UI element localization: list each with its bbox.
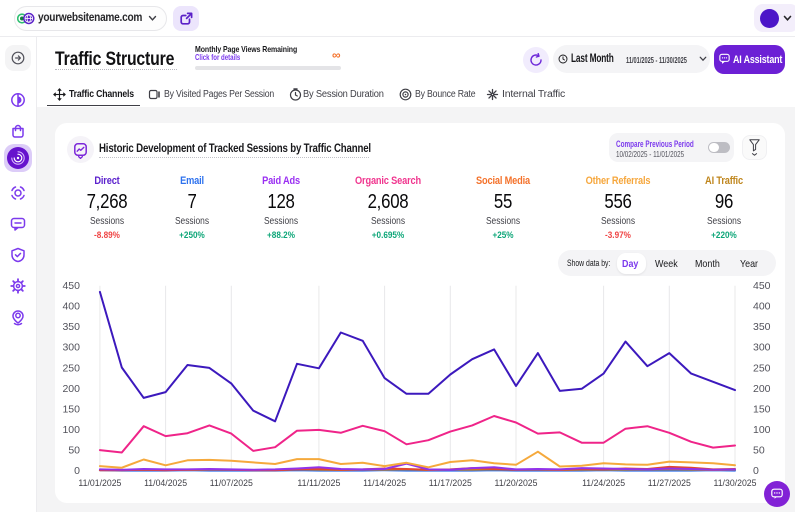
svg-text:300: 300 [753, 342, 771, 354]
svg-text:0: 0 [74, 465, 80, 477]
svg-text:150: 150 [753, 403, 771, 415]
svg-text:11/24/2025: 11/24/2025 [582, 478, 625, 489]
svg-text:100: 100 [753, 424, 771, 436]
svg-text:350: 350 [62, 321, 80, 333]
svg-text:200: 200 [62, 383, 80, 395]
svg-text:11/17/2025: 11/17/2025 [429, 478, 472, 489]
svg-text:11/04/2025: 11/04/2025 [144, 478, 187, 489]
svg-text:11/11/2025: 11/11/2025 [297, 478, 340, 489]
svg-text:250: 250 [753, 362, 771, 374]
svg-text:11/07/2025: 11/07/2025 [210, 478, 253, 489]
svg-text:400: 400 [62, 301, 80, 313]
svg-text:100: 100 [62, 424, 80, 436]
svg-text:50: 50 [68, 445, 80, 457]
svg-text:350: 350 [753, 321, 771, 333]
svg-text:11/14/2025: 11/14/2025 [363, 478, 406, 489]
svg-text:50: 50 [753, 445, 765, 457]
svg-text:200: 200 [753, 383, 771, 395]
svg-text:150: 150 [62, 403, 80, 415]
svg-text:450: 450 [753, 280, 771, 292]
svg-text:11/20/2025: 11/20/2025 [495, 478, 538, 489]
svg-text:11/30/2025: 11/30/2025 [714, 478, 757, 489]
svg-text:250: 250 [62, 362, 80, 374]
svg-text:300: 300 [62, 342, 80, 354]
svg-text:400: 400 [753, 301, 771, 313]
svg-text:11/27/2025: 11/27/2025 [648, 478, 691, 489]
svg-text:0: 0 [753, 465, 759, 477]
svg-text:11/01/2025: 11/01/2025 [78, 478, 121, 489]
svg-text:450: 450 [62, 280, 80, 292]
